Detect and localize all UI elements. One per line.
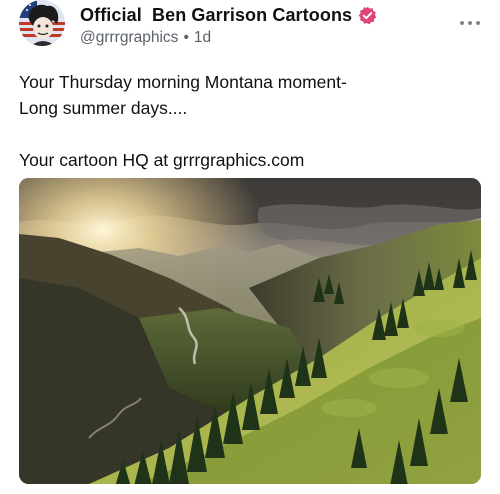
more-dot (476, 21, 480, 25)
post-timestamp[interactable]: 1d (194, 29, 211, 47)
author-display-name[interactable]: Official Ben Garrison Cartoons (80, 5, 352, 26)
post-header: Official Ben Garrison Cartoons @grrrgrap… (80, 4, 377, 47)
meta-separator: • (183, 29, 189, 46)
post-text-line: Long summer days.... (19, 98, 188, 118)
more-options-icon[interactable] (460, 20, 480, 26)
post-text-line: Your Thursday morning Montana moment- (19, 72, 347, 92)
more-dot (468, 21, 472, 25)
mountain-landscape-image (19, 178, 481, 484)
post-text-spacer (19, 121, 479, 147)
author-handle[interactable]: @grrrgraphics (80, 29, 178, 47)
verified-badge-icon (358, 6, 377, 25)
post-card: Official Ben Garrison Cartoons @grrrgrap… (0, 0, 500, 494)
post-text-line: Your cartoon HQ at grrrgraphics.com (19, 150, 305, 170)
avatar-illustration-icon (19, 0, 65, 46)
post-body: Your Thursday morning Montana moment- Lo… (19, 69, 479, 173)
author-avatar[interactable] (19, 0, 65, 46)
more-dot (460, 21, 464, 25)
post-image[interactable] (19, 178, 481, 484)
